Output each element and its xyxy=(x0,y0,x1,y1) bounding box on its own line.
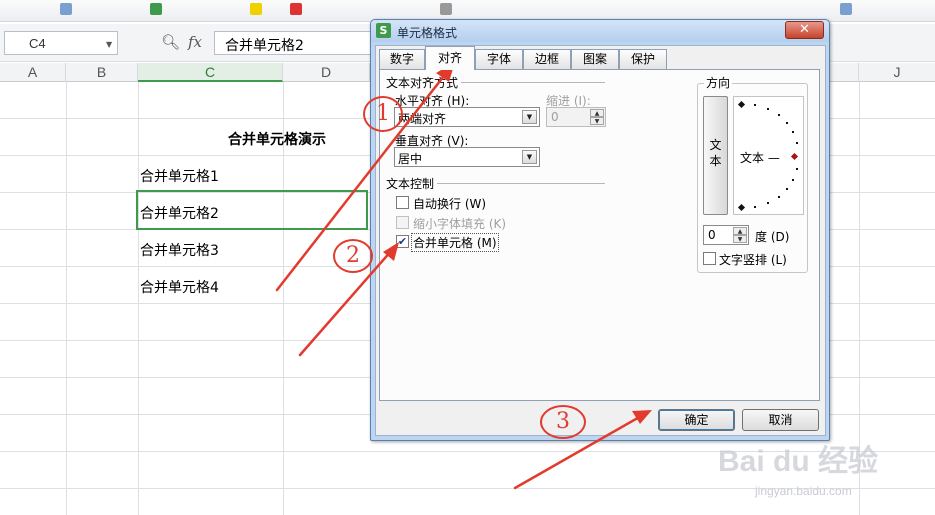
tab-alignment[interactable]: 对齐 xyxy=(425,46,475,70)
step-1-marker: 1 xyxy=(363,96,403,132)
arrowhead-3 xyxy=(632,410,652,424)
baidu-watermark-url: jingyan.baidu.com xyxy=(755,484,852,498)
step-3-marker: 3 xyxy=(540,405,586,439)
step-2-marker: 2 xyxy=(333,239,373,273)
baidu-watermark-logo: Bai du 经验 xyxy=(718,445,879,478)
